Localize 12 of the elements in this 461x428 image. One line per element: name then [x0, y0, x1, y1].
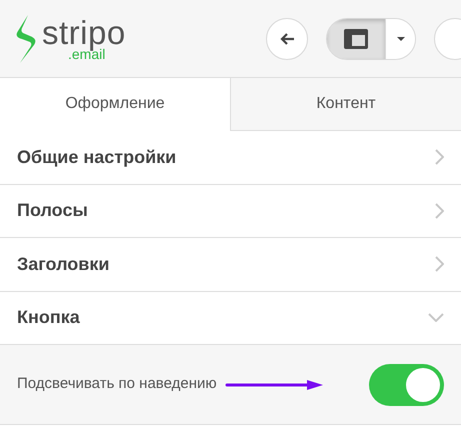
setting-label: Подсвечивать по наведению	[17, 374, 217, 394]
layout-button[interactable]	[327, 18, 385, 58]
logo-icon	[14, 14, 38, 62]
caret-icon	[396, 36, 406, 42]
layout-icon	[343, 28, 369, 50]
logo-suffix: .email	[68, 47, 106, 61]
toggle-switch[interactable]	[369, 364, 444, 406]
logo-name: stripo	[42, 16, 126, 49]
dropdown-button[interactable]	[385, 18, 415, 58]
back-arrow-icon	[279, 32, 295, 46]
back-button[interactable]	[266, 18, 308, 60]
tab[interactable]: Контент	[230, 78, 461, 131]
